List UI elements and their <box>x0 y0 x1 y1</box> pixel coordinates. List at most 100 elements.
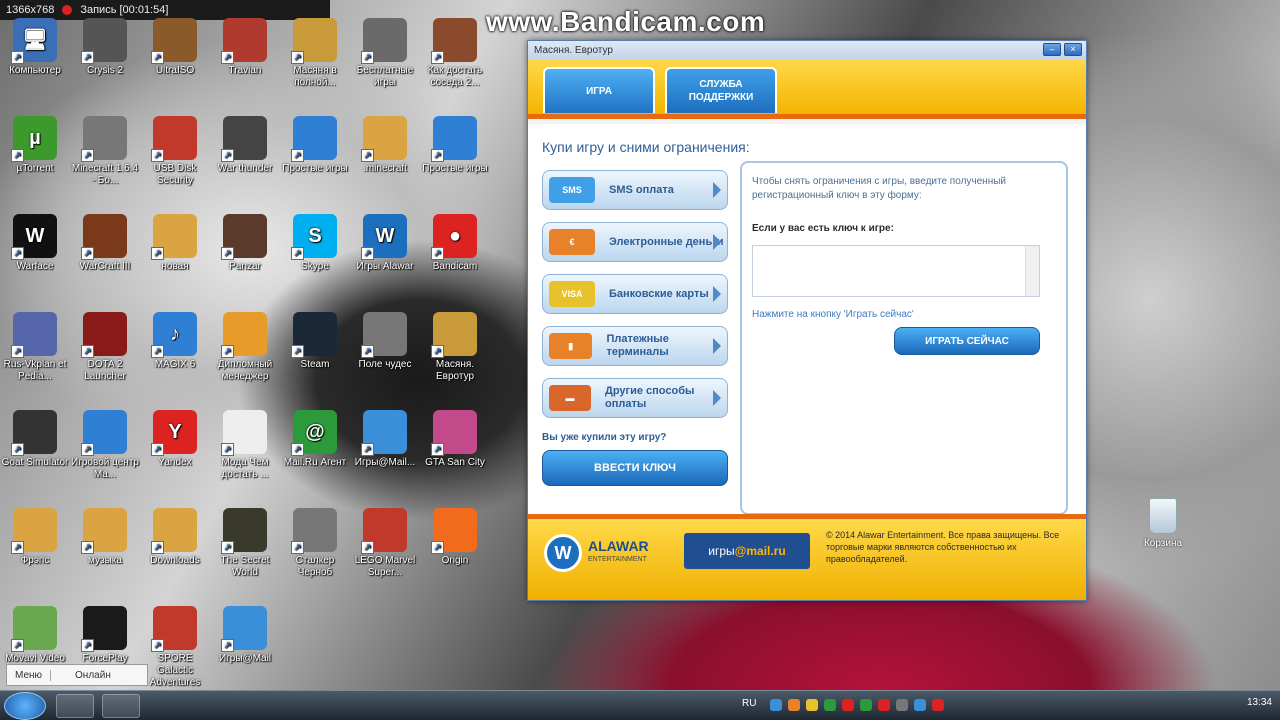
desktop-icon[interactable]: ● ↗ Bandicam <box>420 214 490 273</box>
desktop-icon[interactable]: ↗ Travian <box>210 18 280 77</box>
mailru-logo[interactable]: игры @mail.ru <box>684 533 810 569</box>
tray-icon[interactable] <box>932 699 944 711</box>
desktop-icon[interactable]: ↗ Простые игры <box>280 116 350 175</box>
already-bought-label: Вы уже купили эту игру? <box>542 432 667 443</box>
app-icon: ↗ <box>221 18 267 64</box>
tray-icon[interactable] <box>860 699 872 711</box>
desktop-icon[interactable]: ↗ Goat Simulator <box>0 410 70 469</box>
desktop-icon-label: UltraISO <box>155 65 195 76</box>
app-icon: ↗ <box>221 508 267 554</box>
payment-method-button[interactable]: ▬ Другие способы оплаты <box>542 378 728 418</box>
desktop-icon[interactable]: ↗ Масяня в полной... <box>280 18 350 89</box>
desktop-icon[interactable]: ↗ Downloads <box>140 508 210 567</box>
key-input-scrollbar[interactable] <box>1025 246 1039 296</box>
desktop-icon[interactable]: ↗ Мода Чем достать ... <box>210 410 280 481</box>
desktop-icon[interactable]: W ↗ Warface <box>0 214 70 273</box>
desktop-icon[interactable]: ↗ ForcePlay <box>70 606 140 665</box>
desktop-icon[interactable]: ↗ Поле чудес <box>350 312 420 371</box>
desktop-icon[interactable]: ↗ Простые игры <box>420 116 490 175</box>
minimize-button[interactable]: – <box>1043 43 1061 56</box>
key-panel: Чтобы снять ограничения с игры, введите … <box>740 161 1068 515</box>
desktop-icon-label: Фрэпс <box>20 555 50 566</box>
desktop-icon[interactable]: ↗ Игры@Mail <box>210 606 280 665</box>
payment-method-button[interactable]: VISA Банковские карты <box>542 274 728 314</box>
desktop-icon[interactable]: ↗ Фрэпс <box>0 508 70 567</box>
key-input[interactable] <box>759 252 1023 290</box>
desktop-icon[interactable]: ↗ War thunder <box>210 116 280 175</box>
payment-method-icon: VISA <box>549 281 595 307</box>
shortcut-arrow-icon: ↗ <box>11 443 24 456</box>
desktop-icon[interactable]: ↗ Игры@Mail... <box>350 410 420 469</box>
clock[interactable]: 13:34 <box>1247 697 1272 708</box>
desktop-icon[interactable]: ↗ Бесплатные игры <box>350 18 420 89</box>
desktop-icon[interactable]: S ↗ Skype <box>280 214 350 273</box>
tray-icon[interactable] <box>788 699 800 711</box>
start-button[interactable] <box>4 692 46 720</box>
payment-method-button[interactable]: SMS SMS оплата <box>542 170 728 210</box>
desktop-icon[interactable]: W ↗ Игры Alawar <box>350 214 420 273</box>
desktop-icon[interactable]: ↗ Steam <box>280 312 350 371</box>
desktop-icon[interactable]: ↗ Minecraft 1.6.4 - Бо... <box>70 116 140 187</box>
desktop-icon-label: WarCraft III <box>79 261 131 272</box>
chat-menu-button[interactable]: Меню <box>7 669 52 681</box>
desktop-icon[interactable]: ↗ Origin <box>420 508 490 567</box>
shortcut-arrow-icon: ↗ <box>151 541 164 554</box>
window-titlebar[interactable]: Масяня. Евротур – × <box>528 41 1086 59</box>
shortcut-arrow-icon: ↗ <box>291 247 304 260</box>
desktop-icon[interactable]: ↗ DOTA 2 Launcher <box>70 312 140 383</box>
language-indicator[interactable]: RU <box>742 698 756 709</box>
desktop-icon[interactable]: Y ↗ Yandex <box>140 410 210 469</box>
desktop-icon[interactable]: ↗ WarCraft III <box>70 214 140 273</box>
desktop-icon[interactable]: ↗ LEGO Marvel Super... <box>350 508 420 579</box>
chat-online-button[interactable]: Онлайн <box>51 670 111 681</box>
desktop-icon[interactable]: ↗ музыка <box>70 508 140 567</box>
desktop-icon[interactable]: ↗ USB Disk Security <box>140 116 210 187</box>
desktop-icon[interactable]: ↗ UltraISO <box>140 18 210 77</box>
desktop-icon-label: Простые игры <box>282 163 348 174</box>
desktop-icon[interactable]: ↗ The Secret World <box>210 508 280 579</box>
tab-game[interactable]: ИГРА <box>543 67 655 113</box>
desktop-icon[interactable]: ↗ Сталкер Черноб <box>280 508 350 579</box>
enter-key-button[interactable]: ВВЕСТИ КЛЮЧ <box>542 450 728 486</box>
record-timer: Запись [00:01:54] <box>80 4 169 16</box>
tray-icon[interactable] <box>878 699 890 711</box>
desktop-icon[interactable]: ↗ Как достать соседа 2... <box>420 18 490 89</box>
tray-icon[interactable] <box>806 699 818 711</box>
alawar-logo[interactable]: W ALAWAR ENTERTAINMENT <box>544 533 674 573</box>
desktop-icon[interactable]: ↗ Panzar <box>210 214 280 273</box>
desktop-icon[interactable]: ↗ Дипломный менеджер <box>210 312 280 383</box>
desktop-icon[interactable]: µ ↗ µTorrent <box>0 116 70 175</box>
payment-method-button[interactable]: ▮ Платежные терминалы <box>542 326 728 366</box>
desktop-icon-label: Yandex <box>158 457 192 468</box>
desktop-icon[interactable]: ↗ Rus-Vkplan et Pedia... <box>0 312 70 383</box>
close-button[interactable]: × <box>1064 43 1082 56</box>
recycle-bin[interactable]: Корзина <box>1138 498 1188 549</box>
desktop-icon-label: Игры@Mail... <box>354 457 416 468</box>
app-icon: W ↗ <box>11 214 57 260</box>
tray-icon[interactable] <box>914 699 926 711</box>
taskbar-bandicam[interactable] <box>56 694 94 718</box>
desktop-icon[interactable]: ↗ новая <box>140 214 210 273</box>
tab-support[interactable]: СЛУЖБА ПОДДЕРЖКИ <box>665 67 777 113</box>
desktop-icon[interactable]: ↗ .minecraft <box>350 116 420 175</box>
desktop-icon[interactable]: ↗ Масяня. Евротур <box>420 312 490 383</box>
desktop-icon[interactable]: ♪ ↗ MAGIX 6 <box>140 312 210 371</box>
tray-icon[interactable] <box>842 699 854 711</box>
desktop-icon[interactable]: @ ↗ Mail.Ru Агент <box>280 410 350 469</box>
app-icon: ↗ <box>221 312 267 358</box>
desktop-icon-label: Компьютер <box>9 65 61 76</box>
desktop-icon[interactable]: 🖥 ↗ Компьютер <box>0 18 70 77</box>
desktop-icon[interactable]: ↗ SPORE Galactic Adventures <box>140 606 210 689</box>
tray-icons <box>770 699 944 711</box>
desktop-icon-label: Origin <box>441 555 469 566</box>
tray-icon[interactable] <box>896 699 908 711</box>
desktop-icon[interactable]: ↗ Crysis 2 <box>70 18 140 77</box>
taskbar-game[interactable] <box>102 694 140 718</box>
play-now-button[interactable]: ИГРАТЬ СЕЙЧАС <box>894 327 1040 355</box>
tray-icon[interactable] <box>770 699 782 711</box>
payment-method-button[interactable]: € Электронные деньги <box>542 222 728 262</box>
copyright-text: © 2014 Alawar Entertainment. Все права з… <box>826 530 1060 564</box>
desktop-icon[interactable]: ↗ Игровой центр Ma... <box>70 410 140 481</box>
desktop-icon[interactable]: ↗ GTA San City <box>420 410 490 469</box>
tray-icon[interactable] <box>824 699 836 711</box>
